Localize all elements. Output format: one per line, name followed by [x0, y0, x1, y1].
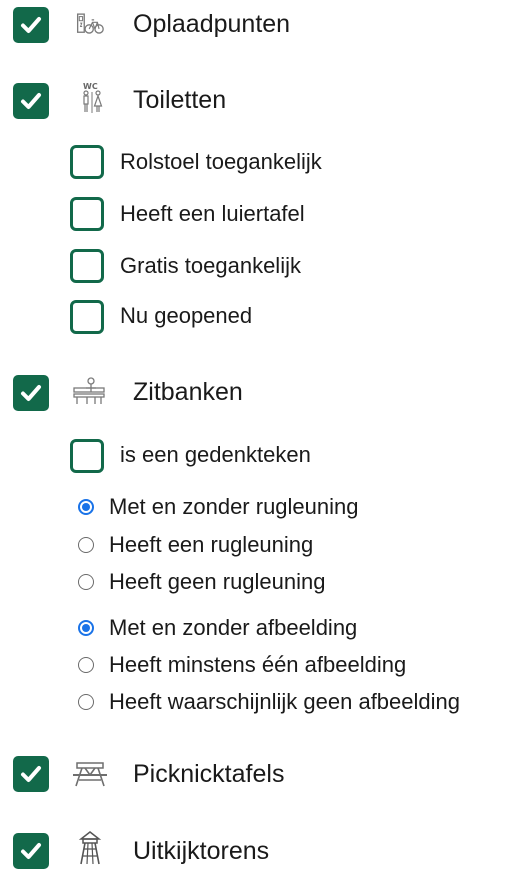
layer-checkbox-uitkijktorens[interactable]: [13, 833, 49, 869]
layer-checkbox-picknicktafels[interactable]: [13, 756, 49, 792]
filter-label-gratis: Gratis toegankelijk: [120, 253, 301, 278]
watchtower-icon: [76, 831, 104, 865]
radio-label-backrest-yes: Heeft een rugleuning: [109, 532, 314, 557]
radio-image-no[interactable]: [78, 694, 94, 710]
radio-backrest-any[interactable]: [78, 499, 94, 515]
radio-backrest-no[interactable]: [78, 574, 94, 590]
filter-label-luiertafel: Heeft een luiertafel: [120, 201, 305, 226]
picnic-table-icon: [70, 758, 110, 790]
filter-label-rolstoel: Rolstoel toegankelijk: [120, 149, 322, 174]
filter-label-gedenkteken: is een gedenkteken: [120, 442, 311, 467]
filter-checkbox-rolstoel[interactable]: [70, 145, 104, 179]
wc-icon: WC: [78, 82, 106, 114]
filter-checkbox-luiertafel[interactable]: [70, 197, 104, 231]
radio-label-image-any: Met en zonder afbeelding: [109, 615, 358, 640]
filter-checkbox-gedenkteken[interactable]: [70, 439, 104, 473]
layer-checkbox-zitbanken[interactable]: [13, 375, 49, 411]
checkmark-icon: [21, 93, 41, 109]
layer-label-uitkijktorens: Uitkijktorens: [133, 837, 270, 865]
radio-backrest-yes[interactable]: [78, 537, 94, 553]
checkmark-icon: [21, 385, 41, 401]
radio-image-any[interactable]: [78, 620, 94, 636]
checkmark-icon: [21, 17, 41, 33]
filter-checkbox-geopend[interactable]: [70, 300, 104, 334]
radio-label-image-yes: Heeft minstens één afbeelding: [109, 652, 407, 677]
layer-checkbox-oplaadpunten[interactable]: [13, 7, 49, 43]
radio-label-image-no: Heeft waarschijnlijk geen afbeelding: [109, 689, 460, 714]
layer-label-picknicktafels: Picknicktafels: [133, 760, 285, 788]
checkmark-icon: [21, 843, 41, 859]
svg-text:WC: WC: [83, 82, 98, 91]
radio-label-backrest-any: Met en zonder rugleuning: [109, 494, 359, 519]
layer-label-oplaadpunten: Oplaadpunten: [133, 10, 291, 38]
radio-image-yes[interactable]: [78, 657, 94, 673]
filter-checkbox-gratis[interactable]: [70, 249, 104, 283]
checkmark-icon: [21, 766, 41, 782]
layer-checkbox-toiletten[interactable]: [13, 83, 49, 119]
radio-label-backrest-no: Heeft geen rugleuning: [109, 569, 326, 594]
layer-label-toiletten: Toiletten: [133, 86, 227, 114]
bicycle-charging-icon: [76, 8, 104, 40]
filter-label-geopend: Nu geopened: [120, 303, 253, 328]
bench-icon: [70, 375, 108, 407]
layer-label-zitbanken: Zitbanken: [133, 378, 243, 406]
